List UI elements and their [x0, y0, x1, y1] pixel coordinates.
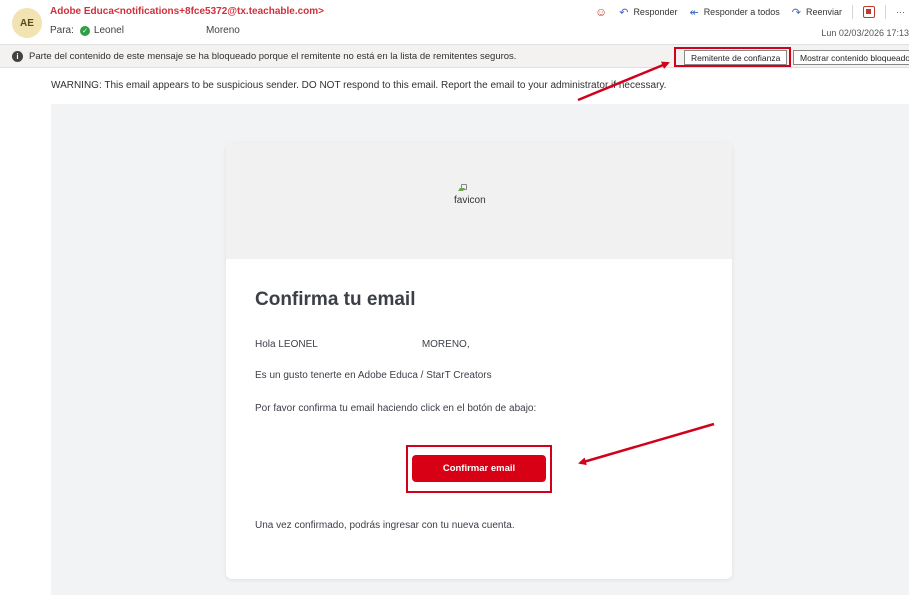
recipient-first-name[interactable]: Leonel — [94, 25, 124, 36]
trusted-sender-button[interactable]: Remitente de confianza — [684, 50, 788, 65]
message-header: AE Adobe Educa<notifications+8fce5372@tx… — [0, 0, 909, 42]
forward-arrow-icon: ↷ — [791, 6, 801, 19]
reply-button[interactable]: ↶ Responder — [613, 4, 683, 20]
logo-alt-text: favicon — [454, 195, 486, 206]
email-card-header: favicon — [226, 143, 732, 259]
email-viewer: AE Adobe Educa<notifications+8fce5372@tx… — [0, 0, 909, 595]
toolbar-divider — [852, 5, 853, 19]
footer-text: Una vez confirmado, podrás ingresar con … — [255, 520, 515, 531]
reply-all-label: Responder a todos — [703, 7, 780, 17]
show-blocked-content-button[interactable]: Mostrar contenido bloqueado — [793, 50, 909, 65]
reply-arrow-icon: ↶ — [619, 6, 629, 19]
recipient-last-name[interactable]: Moreno — [206, 25, 240, 36]
instruction-text: Por favor confirma tu email haciendo cli… — [255, 403, 537, 414]
broken-image-icon — [458, 183, 467, 192]
email-card: favicon Confirma tu email Hola LEONEL MOR… — [226, 143, 732, 579]
forward-button[interactable]: ↷ Reenviar — [786, 4, 848, 20]
more-options-button[interactable]: ··· — [890, 7, 909, 17]
confirm-email-button[interactable]: Confirmar email — [412, 455, 546, 482]
blocked-content-bar: i Parte del contenido de este mensaje se… — [0, 44, 909, 68]
toolbar-divider — [885, 5, 886, 19]
reaction-emoji-icon[interactable]: ☺ — [589, 5, 613, 19]
verified-check-icon: ✓ — [79, 25, 90, 36]
security-warning: WARNING: This email appears to be suspic… — [51, 80, 667, 91]
email-title: Confirma tu email — [255, 289, 416, 310]
message-actions: ☺ ↶ Responder ↞ Responder a todos ↷ Reen… — [589, 4, 909, 20]
welcome-text: Es un gusto tenerte en Adobe Educa / Sta… — [255, 370, 492, 381]
blocked-message: Parte del contenido de este mensaje se h… — [29, 50, 517, 62]
sender-address[interactable]: Adobe Educa<notifications+8fce5372@tx.te… — [50, 6, 324, 17]
apps-grid-icon[interactable] — [863, 6, 875, 18]
reply-all-button[interactable]: ↞ Responder a todos — [683, 4, 785, 20]
reply-all-arrow-icon: ↞ — [689, 6, 699, 19]
greeting-first: Hola LEONEL — [255, 339, 318, 350]
greeting: Hola LEONEL MORENO, — [255, 339, 470, 350]
recipient-row: Para: ✓ Leonel Moreno — [50, 25, 240, 36]
greeting-last: MORENO, — [421, 339, 470, 350]
forward-label: Reenviar — [805, 7, 842, 17]
reply-label: Responder — [633, 7, 678, 17]
logo-image: favicon — [454, 183, 486, 206]
to-label: Para: — [50, 25, 74, 36]
avatar[interactable]: AE — [12, 8, 42, 38]
info-icon: i — [12, 50, 23, 62]
received-date: Lun 02/03/2026 17:13 — [821, 28, 909, 38]
